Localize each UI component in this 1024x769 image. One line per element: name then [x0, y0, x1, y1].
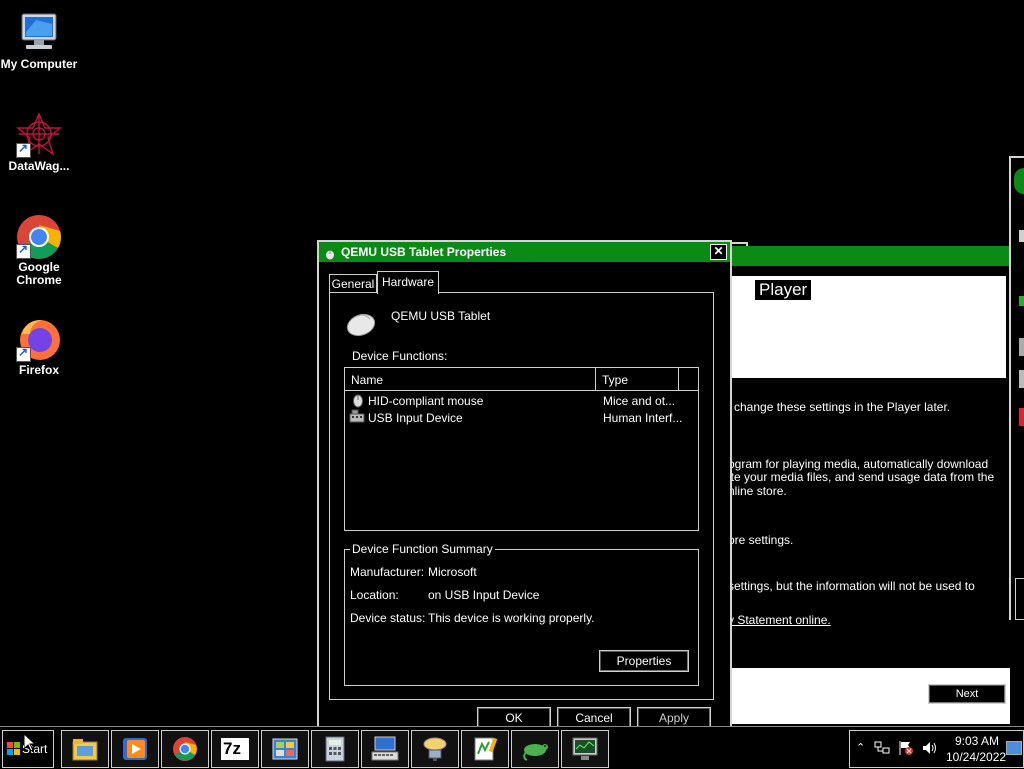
- desktop-icon-label: Firefox: [18, 363, 59, 377]
- network-status-icon[interactable]: [874, 741, 890, 755]
- right-edge-window: [1009, 156, 1024, 620]
- setup-text-3: ite your media files, and send usage dat…: [728, 470, 995, 484]
- list-item[interactable]: HID-compliant mouse Mice and ot...: [345, 392, 698, 409]
- show-desktop-icon[interactable]: [1006, 741, 1022, 755]
- action-center-flag-icon[interactable]: [898, 740, 914, 756]
- next-button[interactable]: Next: [928, 684, 1006, 704]
- taskbar-chrome[interactable]: [161, 730, 209, 768]
- column-header-name[interactable]: Name: [345, 368, 596, 391]
- desktop-icon-label: DataWag...: [8, 159, 70, 173]
- windows-logo-icon: [7, 742, 21, 756]
- taskbar-monitor[interactable]: [561, 730, 609, 768]
- desktop-icon-google-chrome[interactable]: Google Chrome: [0, 213, 78, 287]
- device-status-value: This device is working properly.: [428, 611, 595, 625]
- desktop-icon-label: Google Chrome: [16, 260, 62, 287]
- taskbar-control-panel[interactable]: [261, 730, 309, 768]
- privacy-statement-link[interactable]: y Statement online.: [728, 613, 831, 627]
- 7zip-icon: 7z: [221, 738, 249, 760]
- usb-device-icon: [349, 409, 365, 425]
- device-functions-label: Device Functions:: [352, 349, 448, 363]
- taskbar-keyboard[interactable]: [361, 730, 409, 768]
- tab-general[interactable]: General: [329, 274, 377, 293]
- taskbar-notepad-plus[interactable]: [461, 730, 509, 768]
- properties-button[interactable]: Properties: [599, 650, 689, 672]
- desktop-icon-datawagon[interactable]: DataWag...: [0, 112, 78, 173]
- column-header-type[interactable]: Type: [596, 368, 679, 391]
- setup-text-5: ore settings.: [728, 533, 794, 547]
- location-value: on USB Input Device: [428, 588, 540, 602]
- tab-hardware[interactable]: Hardware: [377, 271, 439, 294]
- location-label: Location:: [350, 588, 399, 602]
- column-header-label: Name: [351, 373, 384, 387]
- device-functions-list[interactable]: Name Type HID-compliant mouse Mice and o…: [344, 367, 699, 531]
- setup-text-2: ogram for playing media, automatically d…: [728, 457, 989, 471]
- mouse-device-icon: [344, 307, 378, 337]
- mouse-icon: [351, 392, 365, 408]
- desktop-icon-my-computer[interactable]: My Computer: [0, 10, 78, 71]
- media-player-setup-window: Player change these settings in the Play…: [728, 246, 1010, 724]
- manufacturer-value: Microsoft: [428, 565, 477, 579]
- shortcut-arrow-icon: [16, 141, 31, 158]
- firefox-icon: [16, 316, 62, 362]
- control-panel-icon: [271, 736, 299, 762]
- system-tray: ⌃ 9:03 AM 10/24/2022: [849, 730, 1024, 768]
- mouse-icon: [324, 246, 336, 260]
- keyboard-icon: [371, 736, 399, 762]
- chrome-icon: [16, 213, 62, 259]
- row-name: USB Input Device: [368, 411, 463, 425]
- shortcut-arrow-icon: [16, 242, 31, 259]
- hardware-tab-panel: QEMU USB Tablet Device Functions: Name T…: [329, 292, 714, 700]
- desktop-icon-label: My Computer: [0, 57, 78, 71]
- device-name: QEMU USB Tablet: [391, 309, 491, 323]
- setup-text-4: nline store.: [728, 484, 787, 498]
- setup-text-6: settings, but the information will not b…: [728, 579, 975, 593]
- volume-icon[interactable]: [922, 741, 938, 755]
- setup-text-1: change these settings in the Player late…: [734, 400, 951, 414]
- qemu-usb-tablet-properties-dialog: QEMU USB Tablet Properties ✕ General Har…: [317, 240, 732, 730]
- dialog-titlebar[interactable]: QEMU USB Tablet Properties ✕: [319, 242, 730, 262]
- list-item[interactable]: USB Input Device Human Interf...: [345, 409, 698, 426]
- taskbar-explorer[interactable]: [61, 730, 109, 768]
- datawagon-icon: [16, 112, 62, 158]
- explorer-icon: [71, 736, 99, 762]
- row-type: Mice and ot...: [603, 394, 676, 408]
- network-icon: [421, 736, 449, 762]
- setup-heading: Player: [755, 280, 812, 300]
- taskbar-network[interactable]: [411, 730, 459, 768]
- taskbar-gecko[interactable]: [511, 730, 559, 768]
- notepad-plus-icon: [471, 736, 499, 762]
- clock-time[interactable]: 9:03 AM: [955, 734, 999, 748]
- dialog-title: QEMU USB Tablet Properties: [341, 245, 507, 259]
- row-type: Human Interf...: [603, 411, 683, 425]
- taskbar-calculator[interactable]: [311, 730, 359, 768]
- summary-legend: Device Function Summary: [350, 542, 495, 556]
- clock-date[interactable]: 10/24/2022: [946, 750, 1006, 764]
- device-status-label: Device status:: [350, 611, 426, 625]
- computer-icon: [16, 10, 62, 56]
- taskbar: Start 7z ⌃ 9:03 AM 10/24/2022: [0, 726, 1024, 769]
- chrome-icon: [171, 736, 199, 762]
- desktop-icon-firefox[interactable]: Firefox: [0, 316, 78, 377]
- row-name: HID-compliant mouse: [368, 394, 484, 408]
- manufacturer-label: Manufacturer:: [350, 565, 425, 579]
- show-hidden-icons-icon[interactable]: ⌃: [856, 741, 865, 754]
- media-player-icon: [121, 736, 149, 762]
- gecko-icon: [521, 736, 549, 762]
- taskbar-media-player[interactable]: [111, 730, 159, 768]
- mouse-cursor-icon: [23, 732, 37, 752]
- titlebar: [728, 246, 1010, 266]
- close-icon[interactable]: ✕: [710, 244, 727, 260]
- shortcut-arrow-icon: [16, 345, 31, 362]
- device-function-summary-group: Device Function Summary Manufacturer: Mi…: [344, 542, 699, 686]
- monitor-icon: [571, 736, 599, 762]
- column-header-label: Type: [602, 373, 629, 387]
- calculator-icon: [321, 736, 349, 762]
- taskbar-7zip[interactable]: 7z: [211, 730, 259, 768]
